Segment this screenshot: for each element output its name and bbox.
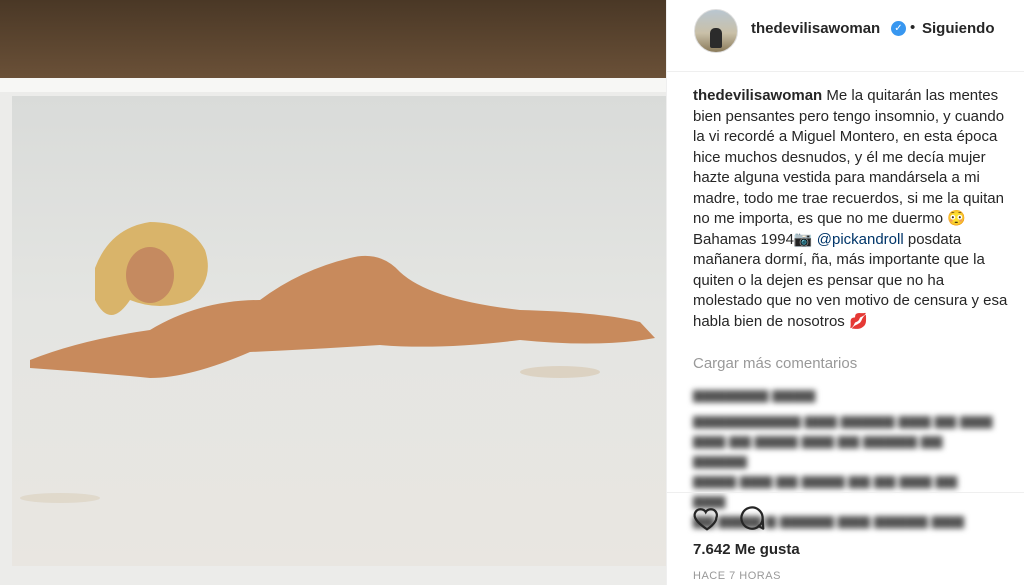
post-photo[interactable]	[0, 0, 666, 585]
caption-text-1: Me la quitarán las mentes bien pensantes…	[693, 87, 1005, 248]
blurred-comment: ▆▆▆▆▆▆▆ ▆▆▆▆	[693, 386, 816, 402]
post-header: thedevilisawoman ✓ • Siguiendo	[667, 0, 1024, 72]
post-timestamp[interactable]: HACE 7 HORAS	[693, 570, 781, 582]
heart-icon[interactable]	[692, 503, 722, 533]
verified-badge-icon: ✓	[891, 21, 906, 36]
header-separator: •	[910, 19, 916, 36]
caption-username[interactable]: thedevilisawoman	[693, 87, 822, 104]
header-username[interactable]: thedevilisawoman	[751, 20, 880, 37]
photo-figure	[20, 222, 655, 503]
comment-bubble-icon[interactable]	[737, 503, 767, 533]
post-actions: 7.642 Me gusta HACE 7 HORAS	[667, 492, 1024, 586]
following-button[interactable]: Siguiendo	[922, 20, 995, 37]
like-count[interactable]: 7.642 Me gusta	[693, 541, 800, 558]
caption-mention[interactable]: @pickandroll	[817, 231, 904, 248]
post-caption: thedevilisawoman Me la quitarán las ment…	[693, 86, 1015, 332]
post-sidebar: thedevilisawoman ✓ • Siguiendo thedevili…	[666, 0, 1024, 585]
load-more-comments-button[interactable]: Cargar más comentarios	[693, 355, 857, 372]
avatar[interactable]	[694, 9, 738, 53]
